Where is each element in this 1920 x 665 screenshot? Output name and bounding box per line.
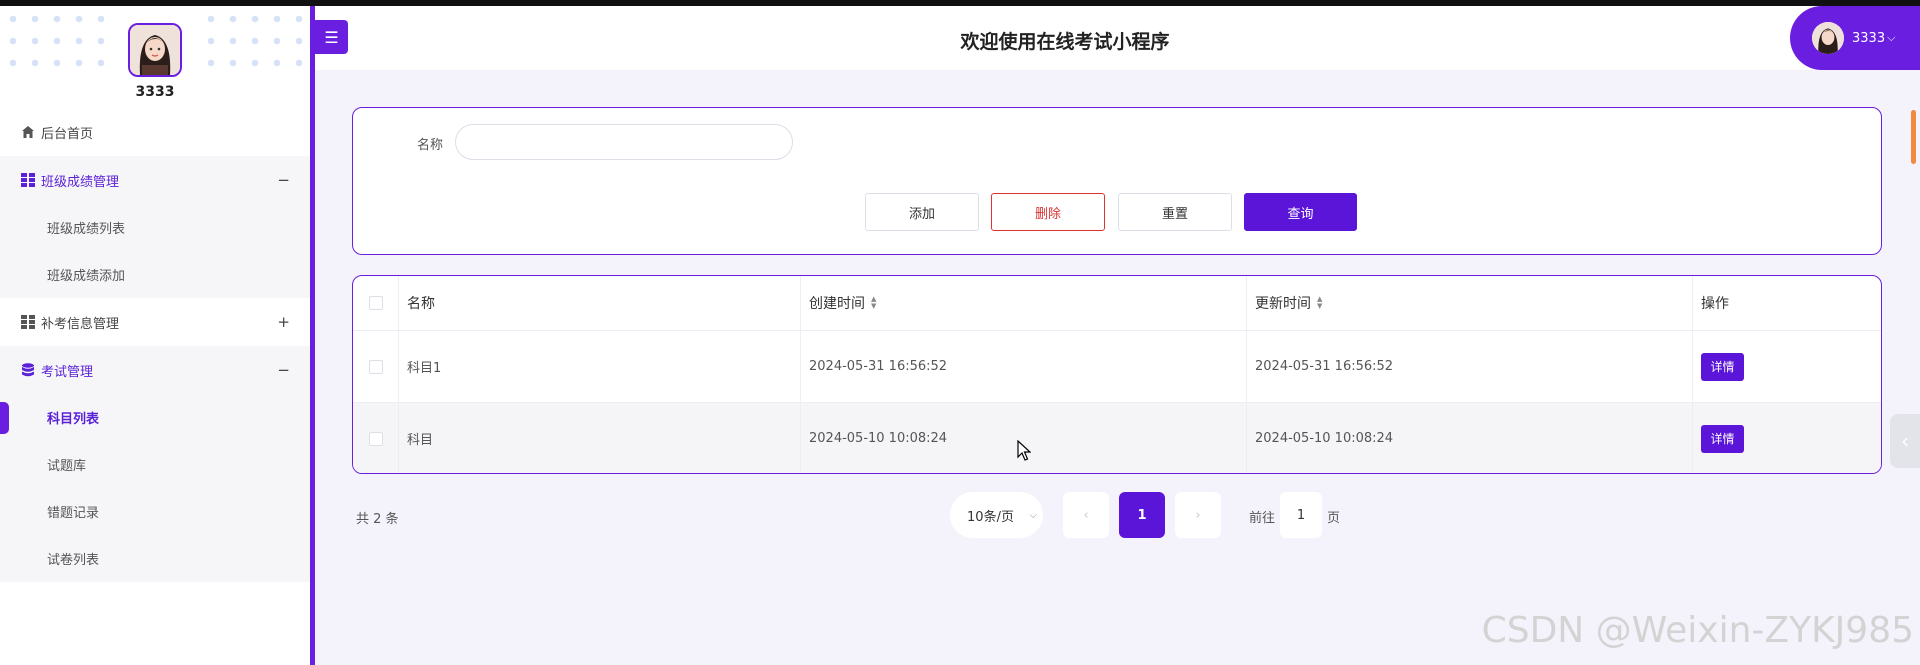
sidebar-item-home[interactable]: 后台首页 [0, 108, 310, 156]
sidebar-item-subject-list[interactable]: 科目列表 [0, 394, 310, 441]
user-menu[interactable]: 3333 ⌵ [1790, 6, 1920, 70]
database-icon [20, 363, 35, 378]
total-count: 共 2 条 [356, 512, 399, 527]
column-header-actions: 操作 [1701, 296, 1729, 312]
sidebar-item-label: 后台首页 [41, 126, 94, 142]
cell-updated: 2024-05-31 16:56:52 [1255, 359, 1394, 374]
header: ☰ 欢迎使用在线考试小程序 3333 ⌵ [315, 6, 1920, 70]
sidebar-username: 3333 [135, 84, 175, 100]
sidebar-item-wrong-records[interactable]: 错题记录 [0, 488, 310, 535]
grid-icon [20, 315, 35, 330]
query-button[interactable]: 查询 [1244, 193, 1357, 231]
sidebar-item-question-bank[interactable]: 试题库 [0, 441, 310, 488]
sort-icon[interactable]: ▲ ▼ [871, 296, 876, 310]
detail-button[interactable]: 详情 [1701, 424, 1744, 453]
sidebar: 3333 后台首页 班级成绩管理 − 班级成绩列表 班级成绩添加 补考信息管理 [0, 6, 310, 665]
sidebar-item-label: 班级成绩列表 [47, 222, 126, 237]
column-header-name: 名称 [407, 296, 435, 312]
sort-icon[interactable]: ▲ ▼ [1317, 296, 1322, 310]
select-all-checkbox[interactable] [368, 296, 383, 310]
expand-icon[interactable]: + [277, 313, 290, 331]
sidebar-group-makeup-exam[interactable]: 补考信息管理 + [0, 298, 310, 346]
sidebar-item-label: 班级成绩添加 [47, 269, 126, 284]
mouse-cursor-icon [1017, 440, 1031, 461]
avatar [1812, 22, 1844, 54]
avatar[interactable] [128, 23, 182, 77]
row-checkbox[interactable] [368, 431, 383, 446]
sidebar-group-exam-management[interactable]: 考试管理 − [0, 346, 310, 394]
sidebar-divider [310, 6, 315, 665]
user-chip-label: 3333 [1852, 30, 1886, 46]
watermark: CSDN @Weixin-ZYKJ985 [1481, 610, 1914, 651]
sidebar-group-label: 补考信息管理 [41, 316, 120, 332]
search-panel: 名称 添加 删除 重置 查询 [352, 107, 1882, 255]
sidebar-item-label: 错题记录 [47, 506, 100, 521]
goto-label: 前往 [1249, 511, 1276, 526]
page-size-value: 10条/页 [967, 509, 1014, 525]
cell-name: 科目 [407, 433, 434, 448]
sidebar-item-label: 科目列表 [47, 412, 100, 427]
add-button[interactable]: 添加 [865, 193, 979, 231]
table-header-row: 名称 创建时间 ▲ ▼ 更新时间 ▲ ▼ 操作 [353, 276, 1881, 331]
column-header-created[interactable]: 创建时间 ▲ ▼ [801, 276, 1247, 330]
collapse-icon[interactable]: − [277, 361, 290, 379]
detail-button[interactable]: 详情 [1701, 352, 1744, 381]
column-header-label: 创建时间 [809, 296, 865, 312]
sidebar-group-label: 考试管理 [41, 364, 94, 380]
next-page-button[interactable]: › [1175, 492, 1221, 538]
delete-button[interactable]: 删除 [991, 193, 1105, 231]
grid-icon [20, 173, 35, 188]
home-icon [20, 125, 35, 140]
page-number-current[interactable]: 1 [1119, 492, 1165, 538]
chevron-left-icon: ‹ [1901, 429, 1909, 453]
table-row: 科目1 2024-05-31 16:56:52 2024-05-31 16:56… [353, 331, 1881, 403]
page-size-select[interactable]: 10条/页 ⌵ [950, 492, 1043, 538]
column-header-label: 更新时间 [1255, 296, 1311, 312]
data-table: 名称 创建时间 ▲ ▼ 更新时间 ▲ ▼ 操作 科目1 2024-05-31 16:… [352, 275, 1882, 474]
collapse-icon[interactable]: − [277, 171, 290, 189]
goto-suffix: 页 [1327, 511, 1341, 526]
column-header-updated[interactable]: 更新时间 ▲ ▼ [1247, 276, 1693, 330]
cell-updated: 2024-05-10 10:08:24 [1255, 431, 1394, 446]
page-title: 欢迎使用在线考试小程序 [960, 31, 1170, 53]
sidebar-item-class-score-add[interactable]: 班级成绩添加 [0, 251, 310, 298]
row-checkbox[interactable] [368, 359, 383, 374]
cell-created: 2024-05-10 10:08:24 [809, 431, 948, 446]
sidebar-group-label: 班级成绩管理 [41, 174, 120, 190]
sidebar-item-label: 试题库 [47, 459, 87, 474]
chevron-down-icon: ⌵ [1887, 31, 1896, 44]
sidebar-item-label: 试卷列表 [47, 553, 100, 568]
scrollbar-thumb[interactable] [1911, 110, 1916, 164]
prev-page-button[interactable]: ‹ [1063, 492, 1109, 538]
name-search-input[interactable] [455, 124, 793, 160]
cell-name: 科目1 [407, 361, 442, 376]
sidebar-item-paper-list[interactable]: 试卷列表 [0, 535, 310, 582]
sidebar-group-class-scores[interactable]: 班级成绩管理 − [0, 156, 310, 204]
cell-created: 2024-05-31 16:56:52 [809, 359, 948, 374]
reset-button[interactable]: 重置 [1118, 193, 1232, 231]
chevron-down-icon: ⌵ [1029, 509, 1037, 521]
table-row: 科目 2024-05-10 10:08:24 2024-05-10 10:08:… [353, 403, 1881, 473]
sidebar-item-class-score-list[interactable]: 班级成绩列表 [0, 204, 310, 251]
sidebar-menu: 后台首页 班级成绩管理 − 班级成绩列表 班级成绩添加 补考信息管理 + 考试管… [0, 108, 310, 582]
side-drawer-tab[interactable]: ‹ [1890, 414, 1920, 468]
name-label: 名称 [417, 138, 444, 153]
goto-page-input[interactable]: 1 [1280, 492, 1322, 538]
